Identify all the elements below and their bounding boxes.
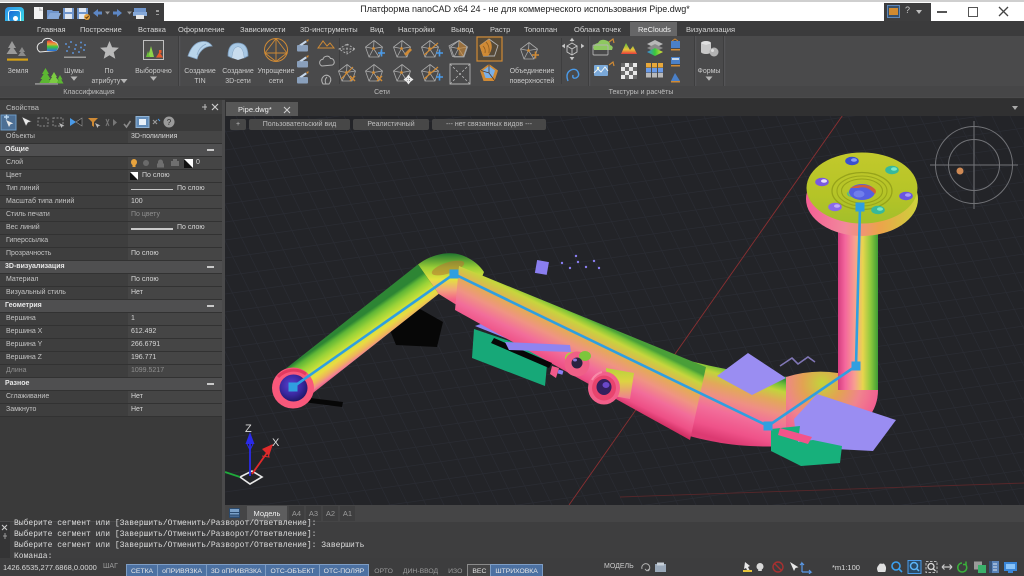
svg-text:Шумы: Шумы [64, 68, 84, 75]
svg-text:?: ? [167, 118, 172, 127]
svg-text:сети: сети [269, 78, 283, 85]
svg-text:Создание: Создание [184, 68, 216, 75]
svg-text:поверхностей: поверхностей [510, 77, 555, 85]
svg-text:Текстуры и расчёты: Текстуры и расчёты [609, 89, 674, 96]
svg-text:Объединение: Объединение [510, 67, 555, 75]
svg-text:Земля: Земля [8, 68, 29, 75]
svg-text:X: X [272, 437, 280, 449]
svg-text:Формы: Формы [698, 68, 721, 75]
svg-text:Выборочно: Выборочно [135, 67, 172, 75]
svg-text:3D-сети: 3D-сети [225, 78, 251, 85]
svg-text:По: По [105, 68, 114, 75]
svg-text:атрибуту: атрибуту [92, 77, 121, 85]
svg-text:Z: Z [245, 423, 252, 435]
svg-text:Классификация: Классификация [63, 89, 115, 96]
svg-text:TIN: TIN [194, 78, 205, 85]
svg-text:Упрощение: Упрощение [258, 68, 295, 75]
svg-text:Создание: Создание [222, 68, 254, 75]
svg-text:Сети: Сети [374, 89, 390, 96]
